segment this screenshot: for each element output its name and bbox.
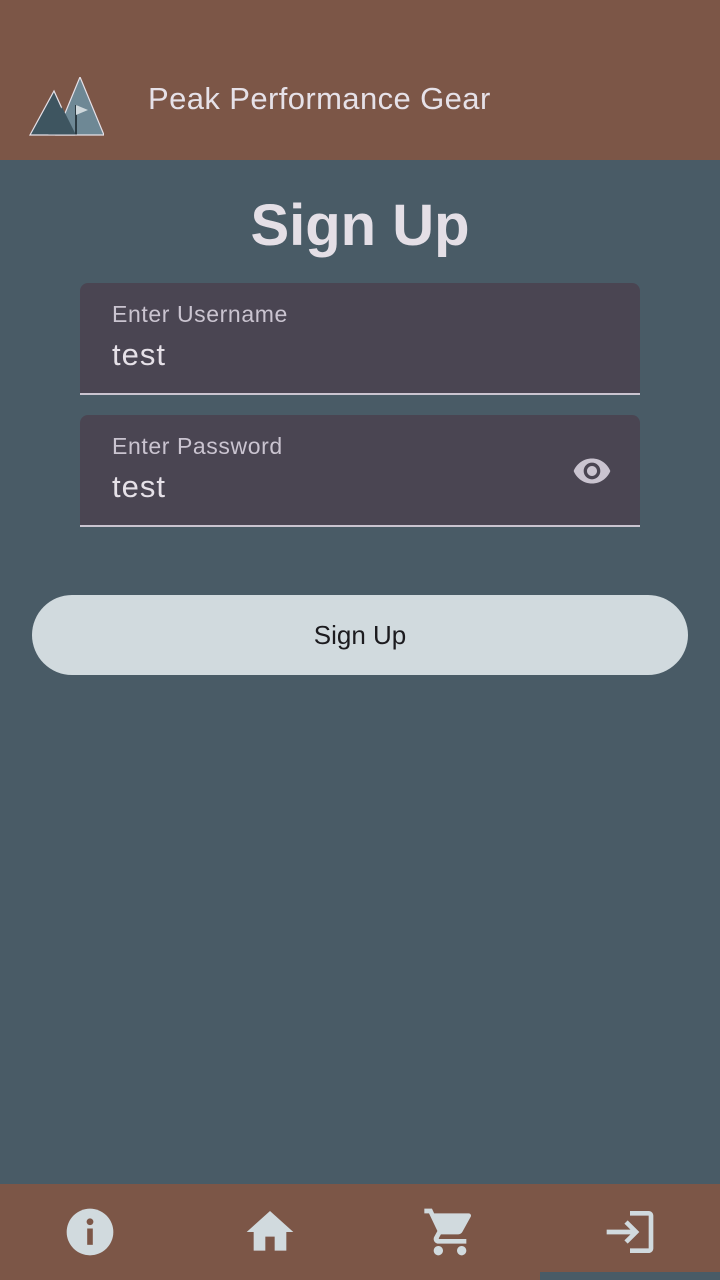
sign-up-button[interactable]: Sign Up xyxy=(32,595,688,675)
cart-icon xyxy=(424,1208,472,1256)
home-icon xyxy=(246,1211,294,1251)
username-field[interactable]: Enter Username xyxy=(80,283,640,395)
nav-item-info[interactable] xyxy=(0,1184,180,1280)
mountain-logo-icon xyxy=(28,77,104,136)
bottom-navigation xyxy=(0,1184,720,1280)
page-title: Sign Up xyxy=(250,193,470,258)
login-icon xyxy=(606,1211,654,1253)
visibility-toggle-icon[interactable] xyxy=(568,451,616,491)
nav-item-cart[interactable] xyxy=(360,1184,540,1280)
app-bar: Peak Performance Gear xyxy=(0,0,720,160)
selected-tab-indicator xyxy=(540,1272,720,1280)
username-input[interactable] xyxy=(112,337,532,373)
app-title: Peak Performance Gear xyxy=(148,81,491,116)
password-field[interactable]: Enter Password xyxy=(80,415,640,527)
username-label: Enter Username xyxy=(112,301,288,327)
nav-item-home[interactable] xyxy=(180,1184,360,1280)
password-label: Enter Password xyxy=(112,433,283,459)
info-icon xyxy=(66,1208,114,1256)
nav-item-login[interactable] xyxy=(540,1184,720,1280)
app-bar-content: Peak Performance Gear xyxy=(0,50,720,160)
password-input[interactable] xyxy=(112,469,532,505)
